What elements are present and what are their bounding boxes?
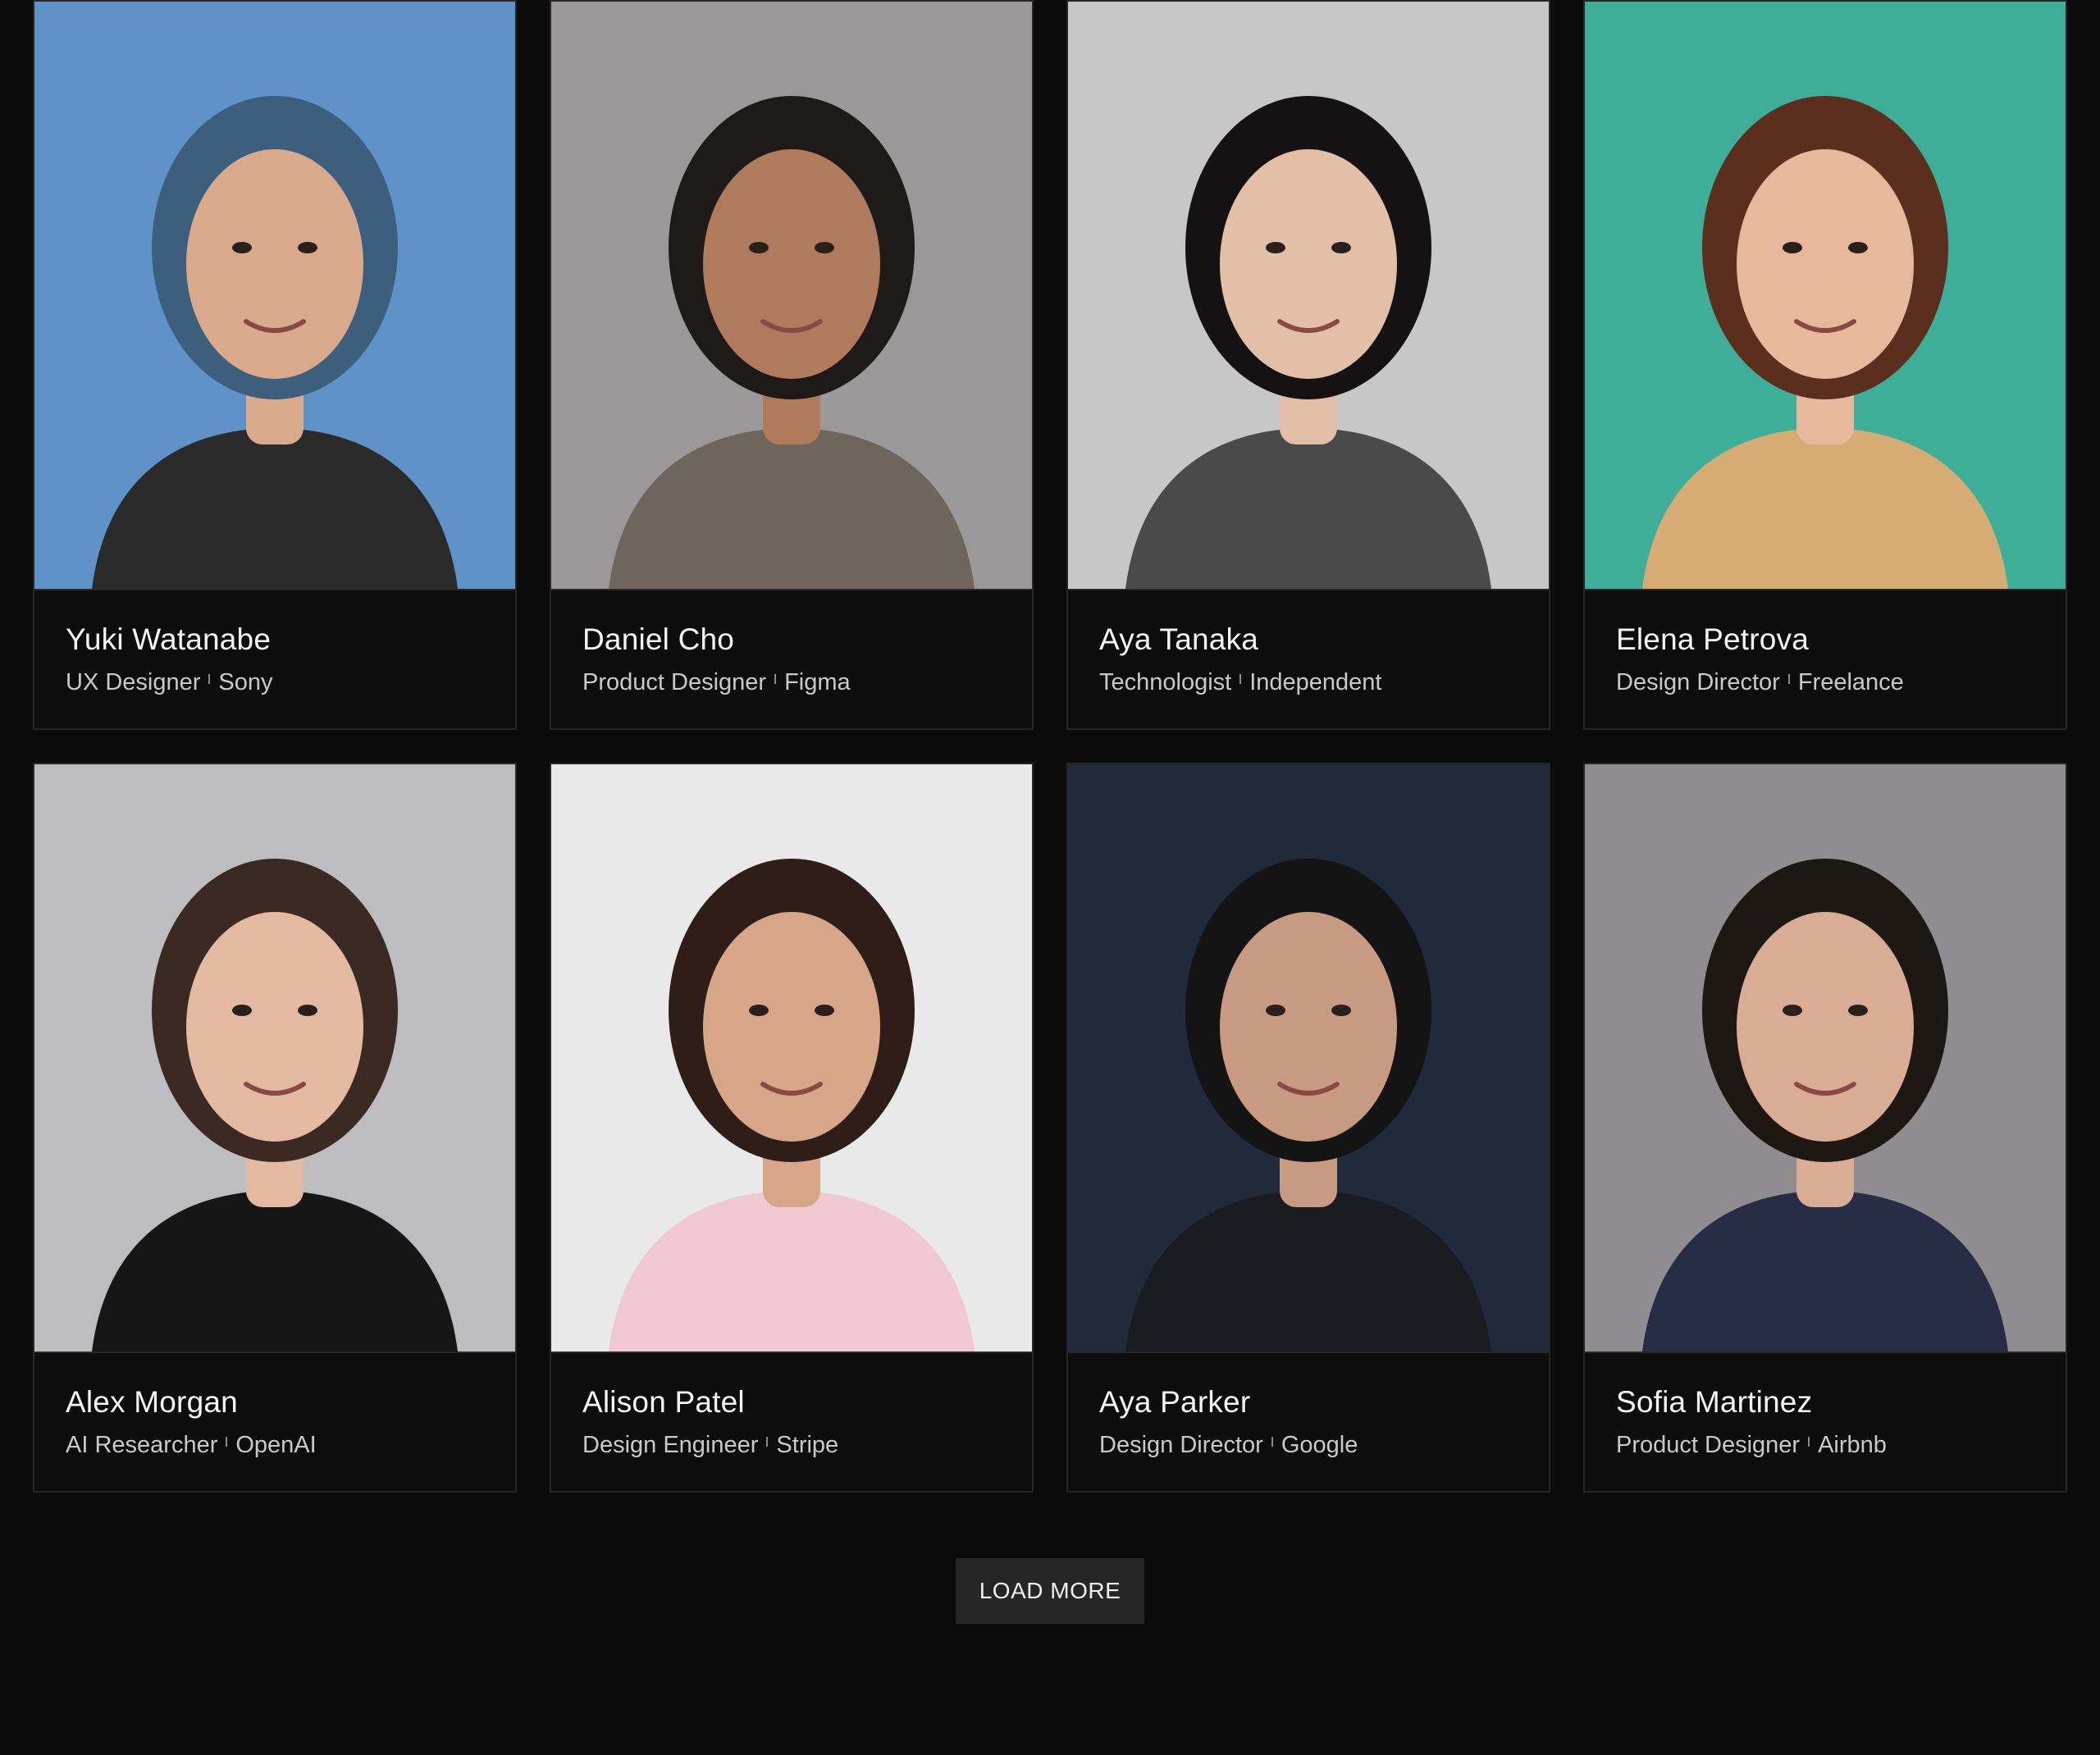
person-card[interactable]: Daniel Cho Product Designer Figma [550,0,1034,730]
person-role: Design Director [1616,669,1780,695]
person-company: Sony [218,669,273,695]
eye [1266,242,1285,253]
eye [232,242,252,253]
eye [1783,1005,1802,1016]
person-name: Aya Parker [1099,1385,1251,1419]
portrait-image [34,2,515,589]
separator [1808,1437,1810,1447]
eye [749,242,769,253]
face [1220,149,1397,379]
person-card[interactable]: Alison Patel Design Engineer Stripe [550,763,1034,1493]
person-name: Alex Morgan [66,1385,238,1419]
person-company: OpenAI [235,1432,317,1458]
person-meta: UX Designer Sony [66,668,484,697]
eye [815,1005,834,1016]
eye [1331,1005,1351,1016]
person-card[interactable]: Sofia Martinez Product Designer Airbnb [1583,763,2067,1493]
separator [774,674,777,684]
person-company: Airbnb [1818,1432,1887,1458]
person-card[interactable]: Elena Petrova Design Director Freelance [1583,0,2067,730]
portrait-image [34,764,515,1352]
person-meta: Product Designer Airbnb [1616,1430,2034,1460]
person-photo [1068,2,1549,590]
portrait-image [1585,2,2066,589]
separator [766,1437,769,1447]
person-photo [34,764,515,1353]
load-more-button[interactable]: LOAD MORE [956,1558,1144,1624]
person-role: Product Designer [1616,1432,1801,1458]
person-meta: Design Director Freelance [1616,668,2034,697]
person-company: Independent [1249,669,1382,695]
eye [1266,1005,1285,1016]
person-company: Figma [784,669,851,695]
eye [1848,242,1868,253]
face [1220,912,1397,1142]
face [186,912,363,1142]
eye [749,1005,769,1016]
portrait-image [1068,764,1549,1352]
person-meta: Design Engineer Stripe [582,1430,1001,1460]
person-card[interactable]: Aya Tanaka Technologist Independent [1066,0,1550,730]
person-meta: Technologist Independent [1099,668,1518,697]
person-role: Design Engineer [582,1432,759,1458]
person-name: Sofia Martinez [1616,1385,1813,1419]
face [1737,149,1914,379]
person-role: Product Designer [582,669,767,695]
separator [1787,674,1790,684]
face [186,149,363,379]
face [703,149,880,379]
eye [815,242,834,253]
people-grid: Yuki Watanabe UX Designer Sony Daniel Ch… [33,0,2067,1493]
person-role: UX Designer [66,669,201,695]
eye [1783,242,1802,253]
separator [226,1437,228,1447]
person-company: Stripe [776,1432,839,1458]
person-name: Yuki Watanabe [66,622,272,656]
face [703,912,880,1142]
portrait-image [551,2,1032,589]
person-card[interactable]: Alex Morgan AI Researcher OpenAI [33,763,517,1493]
person-photo [1585,764,2066,1353]
person-meta: AI Researcher OpenAI [66,1430,484,1460]
eye [1331,242,1351,253]
person-company: Freelance [1797,669,1904,695]
portrait-image [1068,2,1549,589]
person-card[interactable]: Yuki Watanabe UX Designer Sony [33,0,517,730]
person-name: Aya Tanaka [1099,622,1259,656]
face [1737,912,1914,1142]
separator [208,674,211,684]
person-role: AI Researcher [66,1432,218,1458]
portrait-image [551,764,1032,1352]
eye [298,1005,317,1016]
person-photo [551,2,1032,590]
person-name: Elena Petrova [1616,622,1810,656]
person-company: Google [1281,1432,1358,1458]
separator [1239,674,1242,684]
person-role: Design Director [1099,1432,1263,1458]
person-meta: Design Director Google [1099,1430,1518,1460]
person-card[interactable]: Aya Parker Design Director Google [1066,763,1550,1493]
separator [1271,1437,1273,1447]
eye [298,242,317,253]
eye [232,1005,252,1016]
eye [1848,1005,1868,1016]
person-name: Alison Patel [582,1385,745,1419]
person-role: Technologist [1099,669,1232,695]
person-photo [1068,764,1549,1353]
person-name: Daniel Cho [582,622,735,656]
person-photo [1585,2,2066,590]
person-photo [34,2,515,590]
person-meta: Product Designer Figma [582,668,1001,697]
portrait-image [1585,764,2066,1352]
person-photo [551,764,1032,1353]
team-page: Yuki Watanabe UX Designer Sony Daniel Ch… [0,0,2100,1755]
